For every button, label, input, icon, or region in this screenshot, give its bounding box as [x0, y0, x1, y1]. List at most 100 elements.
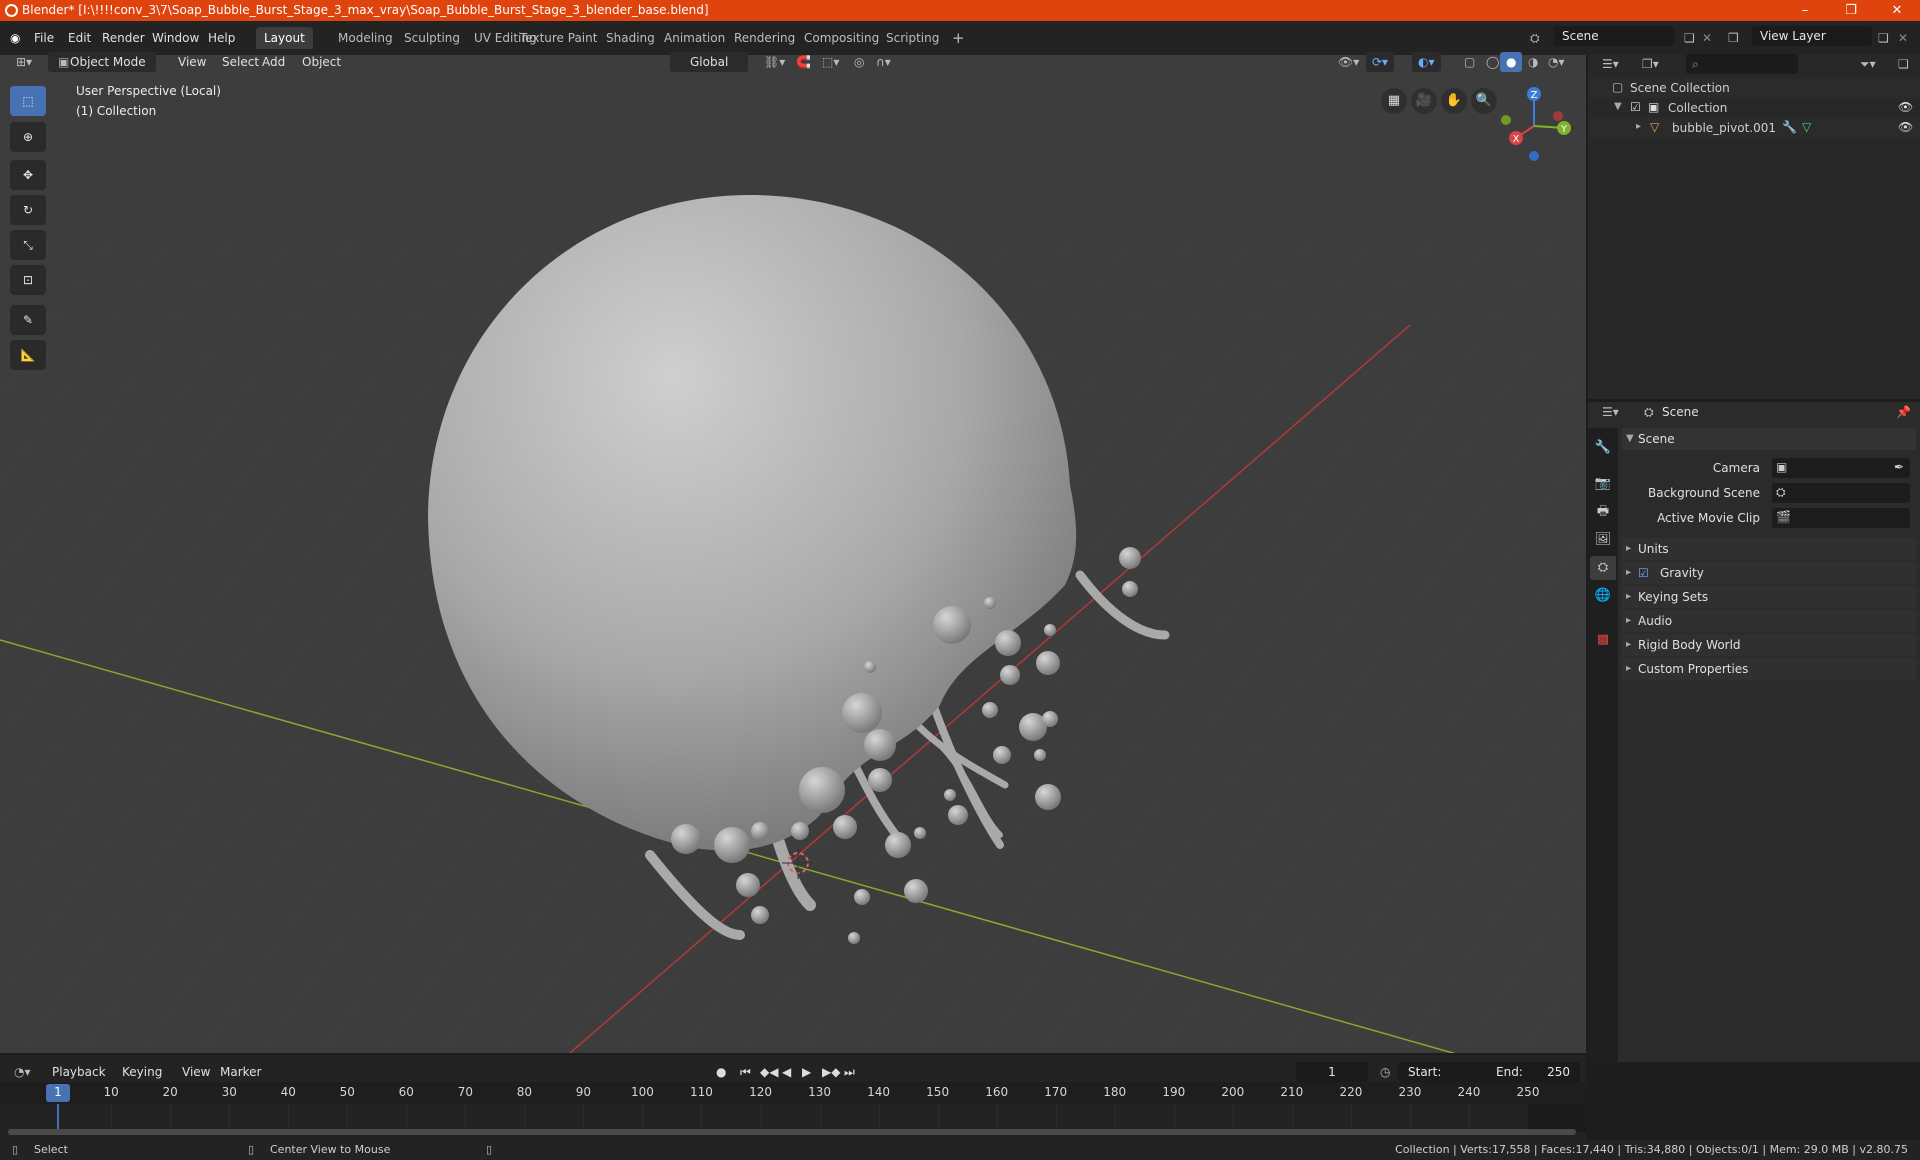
- solid-shading-icon[interactable]: ●: [1500, 52, 1523, 72]
- tab-shading[interactable]: Shading: [598, 27, 663, 49]
- xray-icon[interactable]: ▢: [1458, 52, 1481, 72]
- menu-file[interactable]: File: [32, 28, 56, 48]
- keying-sets-panel-header[interactable]: ▸ Keying Sets: [1622, 586, 1916, 608]
- active-movie-clip-field[interactable]: [1772, 508, 1910, 528]
- snap-target-icon[interactable]: ⬚▾: [816, 52, 845, 72]
- move-tool[interactable]: ✥: [10, 160, 46, 190]
- scene-panel-header[interactable]: ▼ Scene: [1622, 428, 1916, 450]
- tab-modeling[interactable]: Modeling: [330, 27, 401, 49]
- outliner-editor-type-icon[interactable]: ☰▾: [1596, 54, 1625, 74]
- camera-view-icon[interactable]: 🎥: [1411, 88, 1437, 114]
- play-reverse-icon[interactable]: ◀: [778, 1062, 795, 1082]
- visibility-icon[interactable]: 👁▾: [1332, 52, 1365, 72]
- outliner-row-object[interactable]: ▸ ▽ bubble_pivot.001 🔧 ▽ 👁: [1588, 118, 1920, 138]
- scene-remove-icon[interactable]: ✕: [1700, 28, 1714, 48]
- tab-texture-paint[interactable]: Texture Paint: [512, 27, 605, 49]
- jump-end-icon[interactable]: ⏭: [840, 1062, 859, 1082]
- tab-animation[interactable]: Animation: [656, 27, 733, 49]
- object-expand-icon[interactable]: ▸: [1636, 121, 1641, 132]
- pin-icon[interactable]: 📌: [1890, 402, 1917, 422]
- falloff-icon[interactable]: ∩▾: [870, 52, 897, 72]
- close-button[interactable]: ✕: [1874, 0, 1920, 21]
- units-panel-header[interactable]: ▸ Units: [1622, 538, 1916, 560]
- record-icon[interactable]: ●: [712, 1062, 730, 1082]
- scene-new-icon[interactable]: ❏: [1682, 28, 1697, 48]
- blender-menu-icon[interactable]: ◉: [8, 28, 22, 48]
- editor-type-icon[interactable]: ⊞▾: [10, 52, 38, 72]
- maximize-button[interactable]: ❐: [1828, 0, 1874, 21]
- collection-expand-icon[interactable]: ▼: [1614, 101, 1622, 112]
- viewport-menu-view[interactable]: View: [172, 52, 212, 72]
- view-layer-field[interactable]: View Layer: [1752, 26, 1872, 46]
- minimize-button[interactable]: –: [1782, 0, 1828, 21]
- timeline-scrollbar[interactable]: [8, 1129, 1576, 1135]
- timeline-view-menu[interactable]: View: [178, 1062, 214, 1082]
- menu-window[interactable]: Window: [150, 28, 201, 48]
- pan-view-icon[interactable]: ✋: [1441, 88, 1467, 114]
- background-scene-field[interactable]: [1772, 483, 1910, 503]
- marker-menu[interactable]: Marker: [216, 1062, 265, 1082]
- tab-rendering[interactable]: Rendering: [726, 27, 803, 49]
- view-layer-tab-icon[interactable]: 🖼: [1590, 528, 1616, 552]
- toggle-camera-grid-icon[interactable]: ▦: [1381, 88, 1407, 114]
- add-workspace-button[interactable]: +: [944, 27, 973, 49]
- play-icon[interactable]: ▶: [798, 1062, 815, 1082]
- overlay-toggle-icon[interactable]: ◐▾: [1412, 52, 1441, 72]
- tab-layout[interactable]: Layout: [256, 27, 313, 49]
- outliner-filter-icon[interactable]: ⏷▾: [1854, 54, 1882, 74]
- texture-tab-icon[interactable]: ▩: [1590, 628, 1616, 652]
- snap-icon[interactable]: 🧲: [790, 52, 817, 72]
- view-layer-new-icon[interactable]: ❏: [1876, 28, 1891, 48]
- gravity-panel-header[interactable]: ▸ ☑ Gravity: [1622, 562, 1916, 584]
- rigid-body-world-panel-header[interactable]: ▸ Rigid Body World: [1622, 634, 1916, 656]
- rendered-shading-icon[interactable]: ◔▾: [1542, 52, 1571, 72]
- transform-orientation-dropdown[interactable]: Global: [670, 52, 748, 72]
- pivot-point-icon[interactable]: ⛓▾: [758, 52, 791, 72]
- outliner-row-scene-collection[interactable]: ▢ Scene Collection: [1588, 78, 1920, 98]
- current-frame-field[interactable]: 1: [1296, 1062, 1368, 1082]
- properties-editor-type-icon[interactable]: ☰▾: [1596, 402, 1625, 422]
- gizmo-toggle-icon[interactable]: ⟳▾: [1366, 52, 1395, 72]
- navigation-gizmo[interactable]: Z Y X: [1496, 82, 1576, 172]
- menu-edit[interactable]: Edit: [66, 28, 93, 48]
- world-tab-icon[interactable]: 🌐: [1590, 584, 1616, 608]
- jump-start-icon[interactable]: ⏮: [736, 1062, 755, 1082]
- collection-checkbox-icon[interactable]: ☑: [1630, 100, 1641, 114]
- rotate-tool[interactable]: ↻: [10, 195, 46, 225]
- eyedropper-icon[interactable]: ✒: [1894, 460, 1904, 474]
- 3d-viewport[interactable]: [0, 55, 1586, 1053]
- playback-menu[interactable]: Playback: [48, 1062, 110, 1082]
- audio-panel-header[interactable]: ▸ Audio: [1622, 610, 1916, 632]
- camera-field[interactable]: [1772, 458, 1910, 478]
- menu-help[interactable]: Help: [206, 28, 237, 48]
- transform-tool[interactable]: ⊡: [10, 265, 46, 295]
- end-frame-field[interactable]: End: 250: [1488, 1062, 1580, 1082]
- timeline-editor-type-icon[interactable]: ◔▾: [10, 1062, 35, 1082]
- preview-range-icon[interactable]: ◷: [1376, 1062, 1394, 1082]
- annotate-tool[interactable]: ✎: [10, 305, 46, 335]
- menu-render[interactable]: Render: [100, 28, 147, 48]
- outliner-display-mode-icon[interactable]: ❒▾: [1636, 54, 1665, 74]
- keying-menu[interactable]: Keying: [118, 1062, 166, 1082]
- tool-tab-icon[interactable]: 🔧: [1590, 436, 1616, 460]
- collection-visibility-icon[interactable]: 👁: [1898, 100, 1913, 114]
- zoom-view-icon[interactable]: 🔍: [1471, 88, 1497, 114]
- select-box-tool[interactable]: ⬚: [10, 86, 46, 116]
- scene-tab-icon[interactable]: ⛭: [1590, 556, 1616, 580]
- outliner-row-collection[interactable]: ▼ ☑ ▣ Collection 👁: [1588, 98, 1920, 118]
- scene-browse-icon[interactable]: ⛭: [1528, 28, 1542, 48]
- gravity-checkbox[interactable]: ☑: [1638, 562, 1649, 584]
- proportional-edit-icon[interactable]: ◎: [848, 52, 870, 72]
- scene-field[interactable]: Scene: [1554, 26, 1674, 46]
- viewport-menu-object[interactable]: Object: [296, 52, 347, 72]
- custom-properties-panel-header[interactable]: ▸ Custom Properties: [1622, 658, 1916, 680]
- viewport-menu-add[interactable]: Add: [256, 52, 291, 72]
- tab-scripting[interactable]: Scripting: [878, 27, 947, 49]
- view-layer-browse-icon[interactable]: ❒: [1726, 28, 1741, 48]
- tab-compositing[interactable]: Compositing: [796, 27, 887, 49]
- view-layer-remove-icon[interactable]: ✕: [1896, 28, 1910, 48]
- scale-tool[interactable]: ⤡: [10, 230, 46, 260]
- object-visibility-icon[interactable]: 👁: [1898, 120, 1913, 134]
- cursor-tool[interactable]: ⊕: [10, 122, 46, 152]
- measure-tool[interactable]: 📐: [10, 340, 46, 370]
